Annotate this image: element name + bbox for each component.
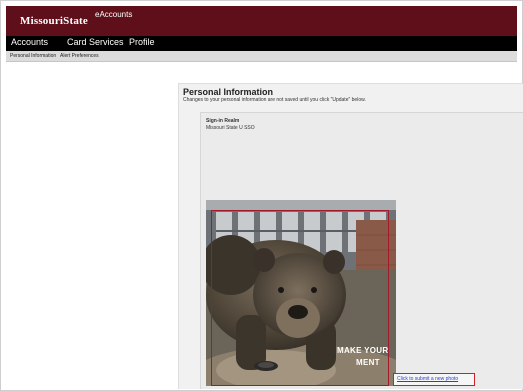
app-name: eAccounts (95, 10, 133, 19)
main-nav: Accounts Card Services Profile (6, 36, 517, 51)
sign-in-realm-value: Missouri State U SSO (206, 125, 255, 131)
missouri-state-logo[interactable]: MissouriState (20, 15, 88, 27)
submit-new-photo-link[interactable]: Click to submit a new photo (397, 376, 458, 382)
nav-profile[interactable]: Profile (129, 37, 155, 47)
photo-caption-line2: MENT (356, 358, 380, 367)
subnav-personal-information[interactable]: Personal Information (10, 53, 56, 59)
page-subtitle: Changes to your personal information are… (183, 97, 366, 103)
header-bar: MissouriState eAccounts (6, 6, 517, 36)
sub-nav: Personal Information Alert Preferences (6, 51, 517, 62)
sign-in-realm-label: Sign-in Realm (206, 118, 240, 124)
page-title: Personal Information (183, 87, 274, 97)
nav-card-services[interactable]: Card Services (67, 37, 124, 47)
subnav-alert-preferences[interactable]: Alert Preferences (60, 53, 99, 59)
photo-caption-line1: MAKE YOUR (337, 346, 389, 355)
nav-accounts[interactable]: Accounts (11, 37, 48, 47)
